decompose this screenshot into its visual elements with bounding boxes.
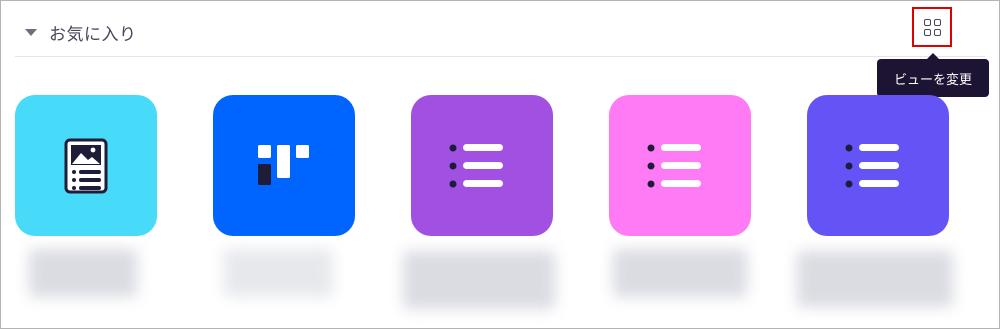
caret-down-icon <box>25 29 37 36</box>
item-label-redacted <box>613 249 747 297</box>
item-label-redacted <box>403 251 555 309</box>
favorites-header: お気に入り <box>1 1 999 57</box>
favorites-panel: お気に入り ビューを変更 <box>0 0 1000 329</box>
list-icon <box>845 143 899 187</box>
favorite-item-3[interactable] <box>411 95 553 236</box>
section-title: お気に入り <box>49 25 137 45</box>
document-image-icon <box>64 138 108 193</box>
change-view-tooltip: ビューを変更 <box>877 53 989 97</box>
item-label-redacted <box>29 249 137 297</box>
list-icon <box>449 143 503 187</box>
grid-view-icon <box>923 18 941 36</box>
favorite-item-4[interactable] <box>609 95 751 236</box>
list-icon <box>647 143 701 187</box>
favorite-item-1[interactable] <box>15 95 157 236</box>
change-view-button[interactable] <box>912 7 952 47</box>
header-divider <box>15 56 985 57</box>
board-icon <box>258 144 309 185</box>
favorite-item-5[interactable] <box>807 95 949 236</box>
item-label-redacted <box>223 249 333 297</box>
favorite-item-2[interactable] <box>213 95 355 236</box>
collapse-toggle[interactable]: お気に入り <box>25 20 137 45</box>
item-label-redacted <box>797 251 953 307</box>
